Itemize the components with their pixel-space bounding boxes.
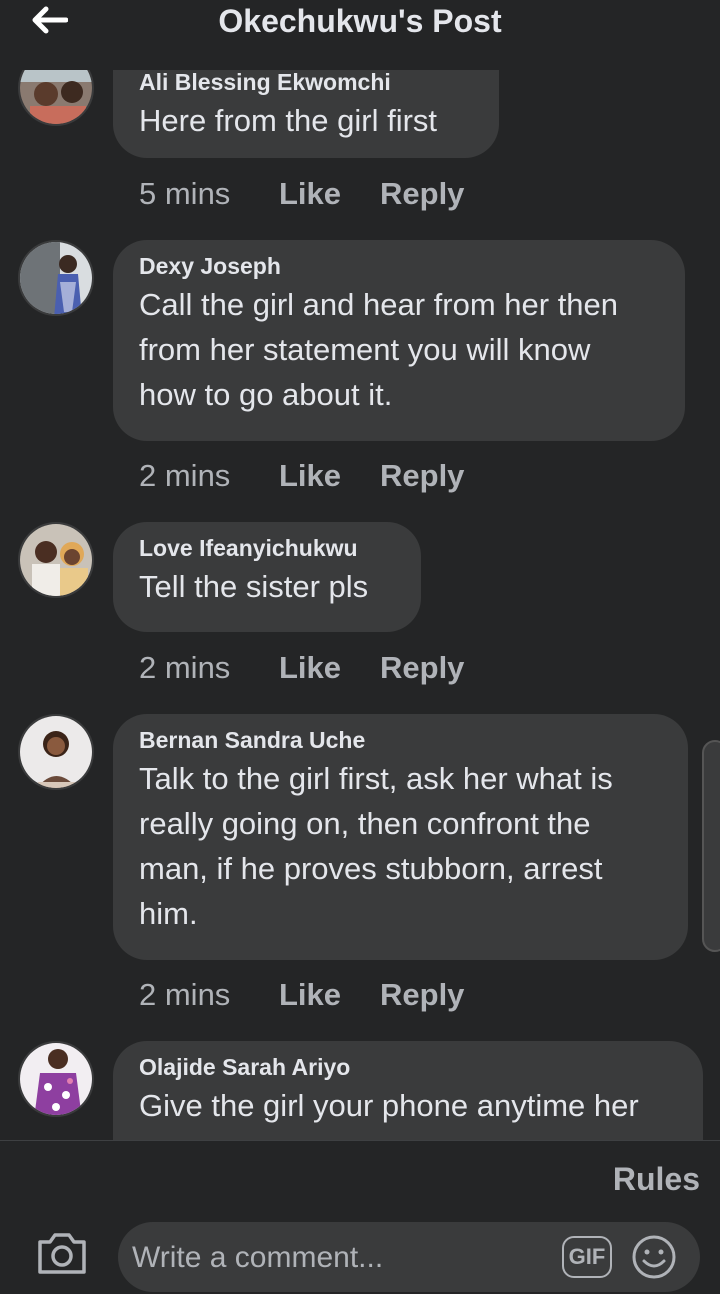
camera-button[interactable]: [36, 1230, 88, 1276]
comment-bubble[interactable]: Ali Blessing Ekwomchi Here from the girl…: [113, 70, 499, 158]
gif-button[interactable]: GIF: [562, 1236, 612, 1278]
reply-button[interactable]: Reply: [380, 458, 464, 494]
comment-text-line: him.: [139, 896, 198, 931]
comment-bubble[interactable]: Dexy Joseph Call the girl and hear from …: [113, 240, 685, 441]
comment-text-line: man, if he proves stubborn, arrest: [139, 851, 603, 886]
like-button[interactable]: Like: [279, 650, 380, 686]
comment-author[interactable]: Olajide Sarah Ariyo: [139, 1051, 677, 1083]
comment-actions: 2 mins Like Reply: [139, 456, 464, 496]
comment-timestamp: 5 mins: [139, 176, 231, 211]
like-button[interactable]: Like: [279, 176, 380, 212]
comments-feed[interactable]: Ali Blessing Ekwomchi Here from the girl…: [0, 70, 720, 1140]
comment-input[interactable]: [130, 1222, 554, 1294]
comment-timestamp: 2 mins: [139, 650, 231, 685]
top-bar: Okechukwu's Post: [0, 0, 720, 70]
comment-actions: 2 mins Like Reply: [139, 648, 464, 688]
comment-author[interactable]: Dexy Joseph: [139, 250, 659, 282]
avatar[interactable]: [18, 70, 94, 126]
comment-timestamp: 2 mins: [139, 458, 231, 493]
comment-bubble[interactable]: Love Ifeanyichukwu Tell the sister pls: [113, 522, 421, 632]
camera-icon: [38, 1233, 86, 1274]
comment-text-line: Talk to the girl first, ask her what is: [139, 761, 613, 796]
comment-box: GIF: [118, 1222, 700, 1294]
page-title: Okechukwu's Post: [218, 3, 502, 39]
comment-text-line: Call the girl and hear from her then: [139, 287, 619, 322]
comment-text-line: from her statement you will know: [139, 332, 591, 367]
comment-text: Call the girl and hear from her then fro…: [139, 282, 659, 417]
comment-actions: 2 mins Like Reply: [139, 975, 464, 1015]
comment-text: Give the girl your phone anytime her: [139, 1088, 639, 1123]
comment-composer: Rules GIF: [0, 1140, 720, 1294]
reply-button[interactable]: Reply: [380, 650, 464, 686]
emoji-button[interactable]: [631, 1234, 677, 1280]
comment-text-line: really going on, then confront the: [139, 806, 591, 841]
avatar[interactable]: [18, 714, 94, 790]
like-button[interactable]: Like: [279, 977, 380, 1013]
comment-author[interactable]: Love Ifeanyichukwu: [139, 532, 395, 564]
comment-timestamp: 2 mins: [139, 977, 231, 1012]
reply-button[interactable]: Reply: [380, 176, 464, 212]
rules-link[interactable]: Rules: [613, 1161, 700, 1198]
avatar[interactable]: [18, 240, 94, 316]
like-button[interactable]: Like: [279, 458, 380, 494]
comment-actions: 5 mins Like Reply: [139, 174, 464, 214]
comment-bubble[interactable]: Bernan Sandra Uche Talk to the girl firs…: [113, 714, 688, 960]
comment-bubble[interactable]: Olajide Sarah Ariyo Give the girl your p…: [113, 1041, 703, 1140]
comment-text-line: how to go about it.: [139, 377, 393, 412]
comment-text: Talk to the girl first, ask her what is …: [139, 756, 662, 936]
scroll-handle[interactable]: [702, 740, 720, 952]
comment-text: Tell the sister pls: [139, 569, 369, 604]
avatar[interactable]: [18, 522, 94, 598]
comment-author[interactable]: Bernan Sandra Uche: [139, 724, 662, 756]
avatar[interactable]: [18, 1041, 94, 1117]
comment-text: Here from the girl first: [139, 103, 438, 138]
reply-button[interactable]: Reply: [380, 977, 464, 1013]
comment-author[interactable]: Ali Blessing Ekwomchi: [139, 70, 473, 98]
emoji-icon: [632, 1235, 676, 1279]
